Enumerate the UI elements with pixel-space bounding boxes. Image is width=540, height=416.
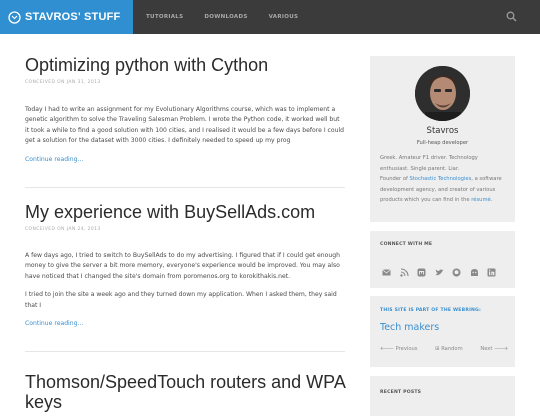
bio-text: Greek. Amateur F1 driver. Technology — [380, 155, 478, 161]
nav-item-tutorials[interactable]: TUTORIALS — [146, 14, 183, 20]
webring-random-link[interactable]: ⊞ Random — [435, 346, 463, 352]
post-title-link[interactable]: Thomson/SpeedTouch routers and WPA keys — [25, 372, 345, 412]
twitter-icon[interactable] — [435, 262, 444, 276]
webring-card: THIS SITE IS PART OF THE WEBRING: Tech m… — [370, 296, 515, 367]
bio-text: products which you can find in the — [380, 197, 472, 203]
arrow-left-icon: 🡐 — [380, 346, 394, 352]
profile-name: Stavros — [426, 126, 459, 136]
social-links — [382, 262, 505, 277]
continue-reading-link[interactable]: Continue reading… — [25, 320, 345, 327]
post-item: Optimizing python with Cython CONCEIVED … — [25, 55, 345, 163]
rss-icon[interactable] — [399, 262, 409, 277]
arrow-right-icon: 🡒 — [494, 346, 508, 352]
linkedin-icon[interactable] — [487, 262, 496, 277]
post-paragraph: Today I had to write an assignment for m… — [25, 106, 345, 145]
site-brand-link[interactable]: STAVROS' STUFF — [0, 0, 133, 34]
post-paragraph: A few days ago, I tried to switch to Buy… — [25, 252, 340, 280]
post-date: CONCEIVED ON JAN 31, 2013 — [25, 80, 101, 85]
resume-link[interactable]: résumé — [471, 197, 490, 203]
profile-bio: Greek. Amateur F1 driver. Technology ent… — [380, 153, 508, 206]
email-icon[interactable] — [382, 262, 391, 276]
post-excerpt: A few days ago, I tried to switch to Buy… — [25, 251, 345, 311]
shuffle-icon: ⊞ — [435, 346, 440, 352]
top-navbar: STAVROS' STUFF TUTORIALS DOWNLOADS VARIO… — [0, 0, 540, 34]
post-date: CONCEIVED ON JAN 24, 2013 — [25, 227, 101, 232]
webring-previous-label: Previous — [395, 346, 418, 352]
mastodon-icon[interactable] — [417, 262, 426, 277]
webring-heading: THIS SITE IS PART OF THE WEBRING: — [380, 308, 482, 313]
recent-posts-heading: RECENT POSTS — [380, 390, 422, 395]
site-title: STAVROS' STUFF — [25, 11, 121, 23]
post-divider — [25, 187, 345, 188]
bio-text: , a software — [471, 176, 502, 182]
logo-icon — [8, 10, 21, 24]
avatar-photo — [415, 66, 470, 121]
main-nav: TUTORIALS DOWNLOADS VARIOUS — [146, 0, 319, 34]
webring-previous-link[interactable]: 🡐 Previous — [380, 346, 418, 352]
bio-text: enthusiast. Single parent. Liar. — [380, 165, 460, 172]
connect-card: CONNECT WITH ME — [370, 231, 515, 288]
recent-posts-card: RECENT POSTS — [370, 376, 515, 416]
bio-text: . — [490, 197, 493, 203]
post-item: Thomson/SpeedTouch routers and WPA keys — [25, 372, 345, 412]
nav-item-downloads[interactable]: DOWNLOADS — [204, 14, 247, 20]
profile-tagline: Full-heap developer — [416, 140, 469, 146]
keybase-icon[interactable] — [470, 262, 479, 276]
github-icon[interactable] — [452, 262, 461, 277]
webring-random-label: Random — [441, 346, 463, 352]
webring-next-link[interactable]: Next 🡒 — [480, 346, 508, 352]
continue-reading-link[interactable]: Continue reading… — [25, 156, 345, 163]
nav-item-various[interactable]: VARIOUS — [269, 14, 299, 20]
connect-heading: CONNECT WITH ME — [380, 242, 433, 247]
bio-text: Founder of — [380, 176, 410, 182]
post-paragraph: I tried to join the site a week ago and … — [25, 291, 337, 309]
post-divider — [25, 351, 345, 352]
post-title-link[interactable]: My experience with BuySellAds.com — [25, 202, 315, 222]
webring-name-link[interactable]: Tech makers — [380, 322, 439, 333]
post-excerpt: Today I had to write an assignment for m… — [25, 105, 345, 147]
post-item: My experience with BuySellAds.com CONCEI… — [25, 202, 345, 327]
bio-text: development agency, and creator of vario… — [380, 186, 496, 193]
profile-card: Stavros Full-heap developer Greek. Amate… — [370, 56, 515, 222]
search-icon[interactable] — [506, 11, 517, 22]
stochastic-technologies-link[interactable]: Stochastic Technologies — [409, 176, 471, 182]
webring-next-label: Next — [480, 346, 493, 352]
post-title-link[interactable]: Optimizing python with Cython — [25, 55, 268, 75]
avatar — [415, 66, 470, 121]
webring-nav: 🡐 Previous ⊞ Random Next 🡒 — [380, 346, 508, 352]
